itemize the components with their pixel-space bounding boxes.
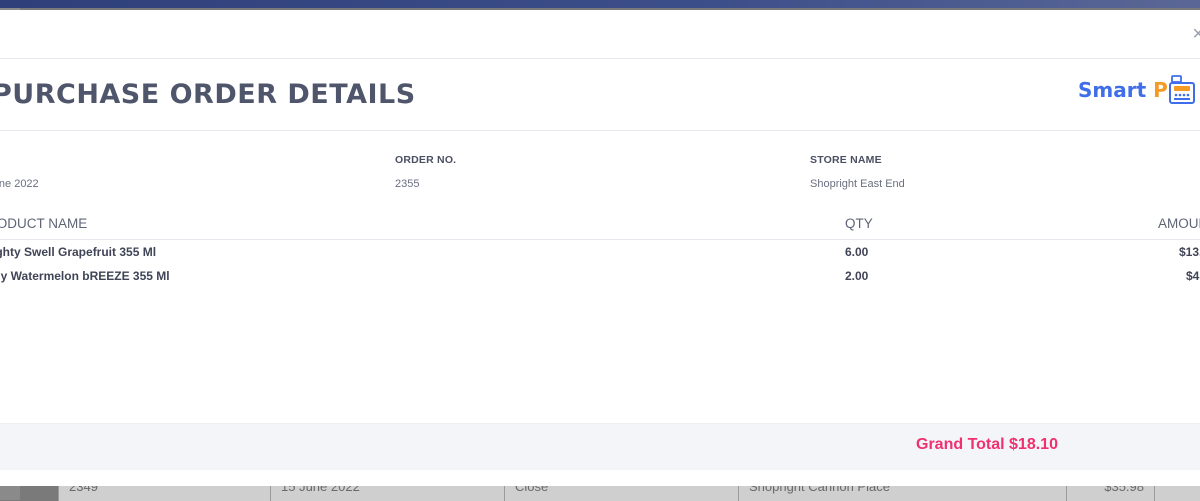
brand-logo: Smart P	[1078, 75, 1195, 105]
column-header-qty: QTY	[845, 216, 873, 231]
order-no-label: ORDER NO.	[395, 154, 457, 166]
order-date-group: DATE 15 June 2022	[0, 154, 39, 190]
table-row: Fly Watermelon bREEZE 355 Ml 2.00 $4.60	[0, 269, 1200, 291]
grand-total: Grand Total $18.10	[916, 436, 1058, 453]
app-header-bar	[0, 0, 1200, 8]
store-name-value: Shopright East End	[810, 178, 905, 190]
logo-text: Smart P	[1078, 78, 1168, 102]
cash-register-icon	[1168, 75, 1195, 104]
table-row: Mighty Swell Grapefruit 355 Ml 6.00 $13.…	[0, 245, 1200, 267]
items-table-header: PRODUCT NAME QTY AMOUNT	[0, 215, 1200, 240]
item-qty: 2.00	[845, 269, 869, 283]
modal-header: ×	[0, 10, 1200, 59]
order-no-value: 2355	[395, 178, 420, 190]
item-qty: 6.00	[845, 245, 869, 259]
modal-footer: Grand Total $18.10	[0, 423, 1200, 470]
date-value: 15 June 2022	[0, 178, 39, 190]
item-product-name: Mighty Swell Grapefruit 355 Ml	[0, 245, 157, 259]
item-amount: $4.60	[1186, 269, 1200, 283]
close-icon[interactable]: ×	[1192, 24, 1200, 44]
order-number-group: ORDER NO. 2355	[395, 154, 456, 190]
store-name-label: STORE NAME	[810, 154, 882, 166]
store-name-group: STORE NAME Shopright East End	[810, 154, 905, 190]
item-amount: $13.50	[1179, 245, 1200, 259]
page-title: PURCHASE ORDER DETAILS	[0, 79, 416, 110]
modal-title-row: PURCHASE ORDER DETAILS Smart P	[0, 59, 1200, 131]
column-header-amount: AMOUNT	[1158, 216, 1200, 231]
date-label: DATE	[0, 154, 39, 166]
item-product-name: Fly Watermelon bREEZE 355 Ml	[0, 269, 170, 283]
column-header-product: PRODUCT NAME	[0, 216, 88, 231]
purchase-order-modal: × PURCHASE ORDER DETAILS Smart P DATE 15…	[0, 10, 1200, 486]
